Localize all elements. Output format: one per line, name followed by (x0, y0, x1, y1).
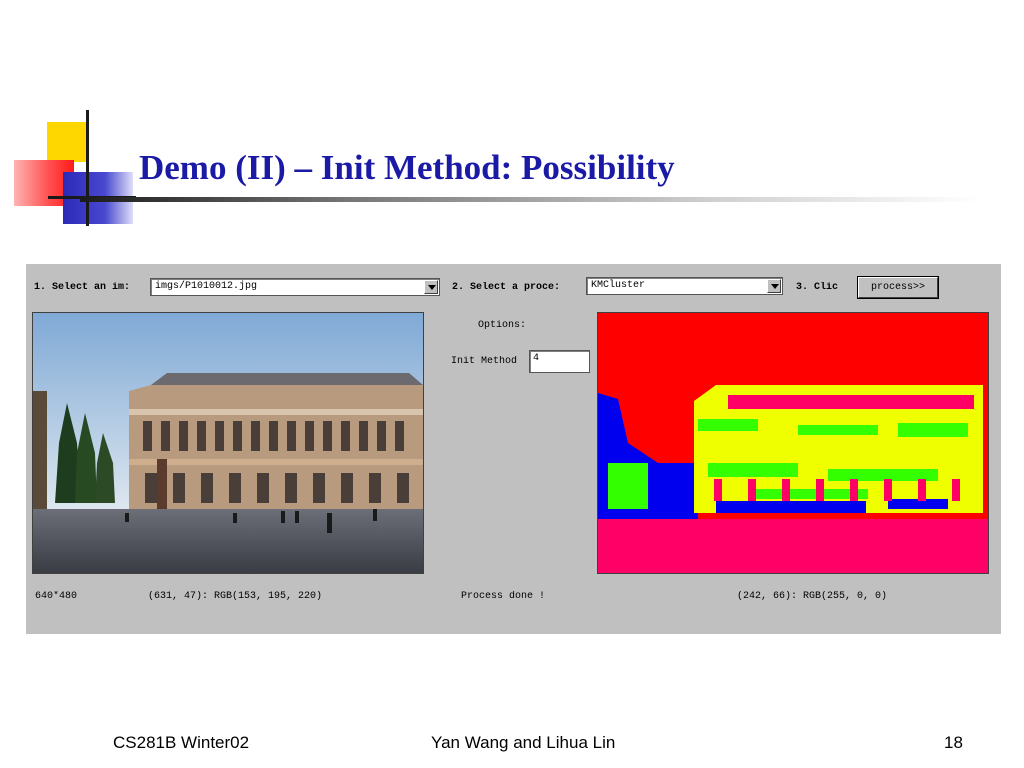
footer-left: CS281B Winter02 (113, 733, 250, 752)
status-text: Process done ! (461, 591, 546, 602)
chevron-down-icon[interactable] (767, 279, 781, 293)
process-button[interactable]: process>> (858, 277, 938, 298)
slide-number: 18 (944, 733, 963, 752)
image-select-value: imgs/P1010012.jpg (155, 281, 258, 292)
app-window: 1. Select an im: imgs/P1010012.jpg 2. Se… (26, 264, 1001, 634)
title-decoration-vertical-line (86, 110, 89, 226)
slide-title: Demo (II) – Init Method: Possibility (139, 148, 675, 187)
chevron-down-icon[interactable] (424, 280, 438, 294)
step3-label: 3. Clic (796, 282, 839, 293)
step1-label: 1. Select an im: (34, 282, 131, 293)
step2-label: 2. Select a proce: (452, 282, 561, 293)
process-select-value: KMCluster (591, 280, 646, 291)
source-pixel-info: (631, 47): RGB(153, 195, 220) (148, 591, 323, 602)
options-label: Options: (478, 320, 527, 331)
source-image (32, 312, 424, 574)
process-select[interactable]: KMCluster (586, 277, 783, 295)
footer-center: Yan Wang and Lihua Lin (431, 733, 616, 752)
result-pixel-info: (242, 66): RGB(255, 0, 0) (737, 591, 888, 602)
image-select[interactable]: imgs/P1010012.jpg (150, 278, 440, 296)
title-decoration-yellow-square (47, 122, 87, 162)
init-method-label: Init Method (451, 356, 518, 367)
title-underline (80, 197, 980, 202)
result-image (597, 312, 989, 574)
image-size-label: 640*480 (35, 591, 78, 602)
init-method-input[interactable]: 4 (529, 350, 590, 373)
